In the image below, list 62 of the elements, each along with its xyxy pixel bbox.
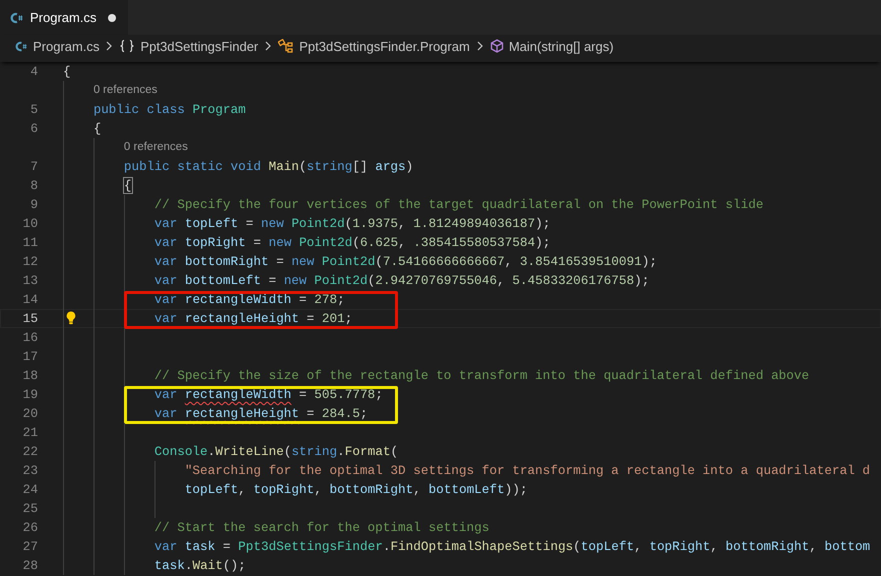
line-number: 18 (22, 367, 38, 385)
code-line: { (124, 177, 132, 195)
code-line: public static void Main(string[] args) (124, 158, 414, 176)
line-number: 22 (22, 443, 38, 461)
code-line: var rectangleWidth = 278; (154, 291, 345, 309)
line-number: 28 (22, 557, 38, 575)
code-line: var rectangleWidth = 505.7778; (154, 386, 383, 404)
line-number: 7 (29, 158, 38, 176)
chevron-icon (265, 41, 272, 51)
line-number: 20 (22, 405, 38, 423)
line-number: 5 (29, 101, 38, 119)
line-number: 13 (22, 272, 38, 290)
code-line: "Searching for the optimal 3D settings for transforming a rectangle into a quadrilateral d (184, 462, 870, 480)
line-number: 6 (29, 120, 38, 138)
line-number: 8 (29, 177, 38, 195)
breadcrumb-item[interactable]: Program.cs (15, 38, 100, 54)
line-number: 9 (29, 196, 38, 214)
lightbulb-icon[interactable] (66, 311, 76, 325)
line-number: 14 (22, 291, 38, 309)
code-line: var bottomLeft = new Point2d(2.94270769755046, 5.45833206176758); (154, 272, 650, 290)
editor-tab[interactable]: Program.cs (0, 0, 128, 35)
breadcrumb-item[interactable]: Ppt3dSettingsFinder.Program (278, 38, 470, 54)
code-line: // Specify the size of the rectangle to transform into the quadrilateral defined above (154, 367, 810, 385)
breadcrumb-item[interactable]: Ppt3dSettingsFinder (119, 38, 258, 54)
code-line: topLeft, topRight, bottomRight, bottomLeft)); (184, 481, 528, 499)
code-line: { (63, 63, 71, 81)
line-number: 25 (22, 500, 38, 518)
code-line: var rectangleHeight = 201; (154, 310, 352, 328)
code-line: var rectangleHeight = 284.5; (154, 405, 368, 423)
line-number: 26 (22, 519, 38, 537)
line-number: 23 (22, 462, 38, 480)
line-number: 24 (22, 481, 38, 499)
code-line: // Specify the four vertices of the target quadrilateral on the PowerPoint slide (154, 196, 764, 214)
line-number: 12 (22, 253, 38, 271)
class-icon (278, 39, 294, 53)
chevron-icon (476, 41, 483, 51)
breadcrumb-item[interactable]: Main(string[] args) (490, 38, 614, 54)
code-line: task.Wait(); (154, 557, 246, 575)
code-line: // Start the search for the optimal settings (154, 519, 490, 537)
line-number: 17 (22, 348, 38, 366)
line-number: 4 (29, 63, 38, 81)
code-line: var topLeft = new Point2d(1.9375, 1.81249894036187); (154, 215, 550, 233)
code-line: var bottomRight = new Point2d(7.54166666666667, 3.85416539510091); (154, 253, 657, 271)
line-number: 11 (22, 234, 38, 252)
code-line: Console.WriteLine(string.Format( (154, 443, 398, 461)
line-number: 10 (22, 215, 38, 233)
braces-icon (119, 39, 136, 53)
line-number: 16 (22, 329, 38, 347)
code-line: public class Program (93, 101, 246, 119)
line-number: 15 (22, 310, 38, 328)
code-line: var task = Ppt3dSettingsFinder.FindOptimalShapeSettings(topLeft, topRight, bottomRight, bottom (154, 538, 870, 556)
csharp-file-icon (15, 40, 28, 52)
line-number: 21 (22, 424, 38, 442)
line-number: 19 (22, 386, 38, 404)
csharp-file-icon (10, 12, 24, 24)
code-line: { (93, 120, 102, 138)
line-number: 27 (22, 538, 38, 556)
chevron-icon (106, 41, 112, 51)
codelens-link[interactable]: 0 references (124, 138, 188, 157)
codelens-link[interactable]: 0 references (93, 81, 158, 100)
cube-icon (490, 39, 504, 53)
code-line: var topRight = new Point2d(6.625, .385415580537584); (154, 234, 550, 252)
